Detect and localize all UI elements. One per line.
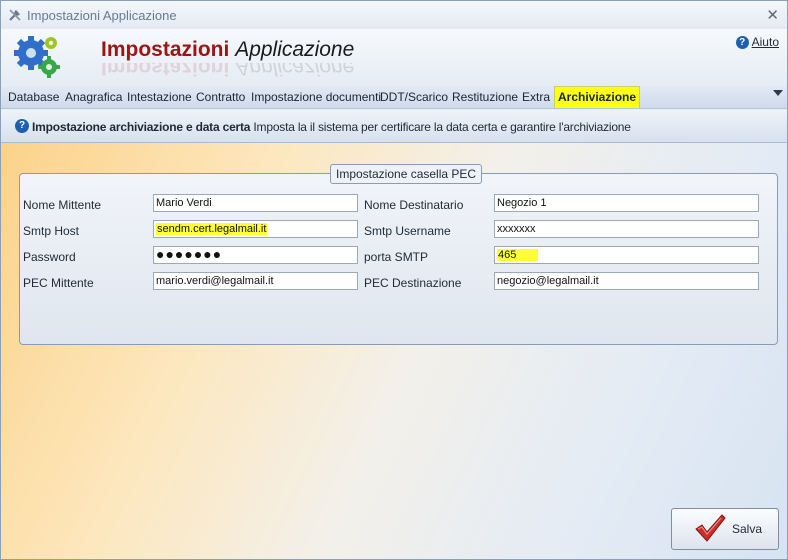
tools-icon bbox=[9, 9, 21, 21]
pec-group-legend: Impostazione casella PEC bbox=[330, 164, 483, 184]
info-bar: ? Impostazione archiviazione e data cert… bbox=[1, 110, 787, 143]
nome-destinatario-field[interactable]: Negozio 1 bbox=[494, 194, 759, 212]
pec-destinazione-label: PEC Destinazione bbox=[364, 276, 462, 290]
save-label: Salva bbox=[732, 522, 763, 536]
content-area: Impostazione casella PEC Nome Mittente M… bbox=[1, 143, 787, 559]
nome-destinatario-label: Nome Destinatario bbox=[364, 198, 464, 212]
porta-smtp-value: 465 bbox=[497, 249, 539, 261]
save-button[interactable]: Salva bbox=[671, 508, 779, 550]
settings-window: Impostazioni Applicazione ✕ Impostazioni… bbox=[0, 0, 788, 560]
tab-anagrafica[interactable]: Anagrafica bbox=[62, 86, 125, 108]
pec-mittente-label: PEC Mittente bbox=[23, 276, 94, 290]
gears-icon bbox=[14, 36, 60, 78]
pec-mittente-field[interactable]: mario.verdi@legalmail.it bbox=[153, 272, 358, 290]
info-text: Impostazione archiviazione e data certa … bbox=[32, 120, 631, 134]
checkmark-icon bbox=[695, 514, 726, 542]
tab-extra[interactable]: Extra bbox=[519, 86, 553, 108]
nome-mittente-field[interactable]: Mario Verdi bbox=[153, 194, 358, 212]
info-description: Imposta la il sistema per certificare la… bbox=[253, 120, 631, 134]
header-title-reflection: Impostazioni Applicazione bbox=[101, 63, 355, 79]
smtp-host-field[interactable]: sendm.cert.legalmail.it bbox=[153, 220, 358, 238]
smtp-username-label: Smtp Username bbox=[364, 224, 451, 238]
header: Impostazioni Applicazione Impostazioni A… bbox=[1, 29, 787, 85]
info-help-icon: ? bbox=[15, 119, 29, 133]
tab-impostazione-documenti[interactable]: Impostazione documenti bbox=[248, 86, 384, 108]
porta-smtp-field[interactable]: 465 bbox=[494, 246, 759, 264]
tab-database[interactable]: Database bbox=[5, 86, 62, 108]
close-icon[interactable]: ✕ bbox=[766, 6, 779, 24]
tab-contratto[interactable]: Contratto bbox=[193, 86, 248, 108]
help-icon: ? bbox=[735, 35, 749, 49]
tab-restituzione[interactable]: Restituzione bbox=[449, 86, 521, 108]
smtp-host-value: sendm.cert.legalmail.it bbox=[156, 223, 268, 235]
tab-overflow-arrow-icon[interactable] bbox=[773, 90, 783, 96]
smtp-username-field[interactable]: xxxxxxx bbox=[494, 220, 759, 238]
title-bar: Impostazioni Applicazione ✕ bbox=[1, 1, 787, 29]
tab-intestazione[interactable]: Intestazione bbox=[124, 86, 195, 108]
smtp-host-label: Smtp Host bbox=[23, 224, 80, 238]
pec-settings-group: Impostazione casella PEC Nome Mittente M… bbox=[19, 164, 778, 345]
help-label: Aiuto bbox=[751, 35, 779, 49]
password-label: Password bbox=[23, 250, 76, 264]
pec-destinazione-field[interactable]: negozio@legalmail.it bbox=[494, 272, 759, 290]
tab-ddt-scarico[interactable]: DDT/Scarico bbox=[377, 86, 451, 108]
header-title: Impostazioni Applicazione bbox=[101, 38, 355, 61]
info-title: Impostazione archiviazione e data certa bbox=[32, 120, 251, 134]
nome-mittente-label: Nome Mittente bbox=[23, 198, 102, 212]
tab-strip: Database Anagrafica Intestazione Contrat… bbox=[1, 86, 787, 109]
help-link[interactable]: ? Aiuto bbox=[735, 35, 779, 49]
tab-archiviazione[interactable]: Archiviazione bbox=[554, 86, 641, 108]
window-title: Impostazioni Applicazione bbox=[27, 8, 177, 23]
porta-smtp-label: porta SMTP bbox=[364, 250, 429, 264]
password-field[interactable]: ●●●●●●● bbox=[153, 246, 358, 264]
